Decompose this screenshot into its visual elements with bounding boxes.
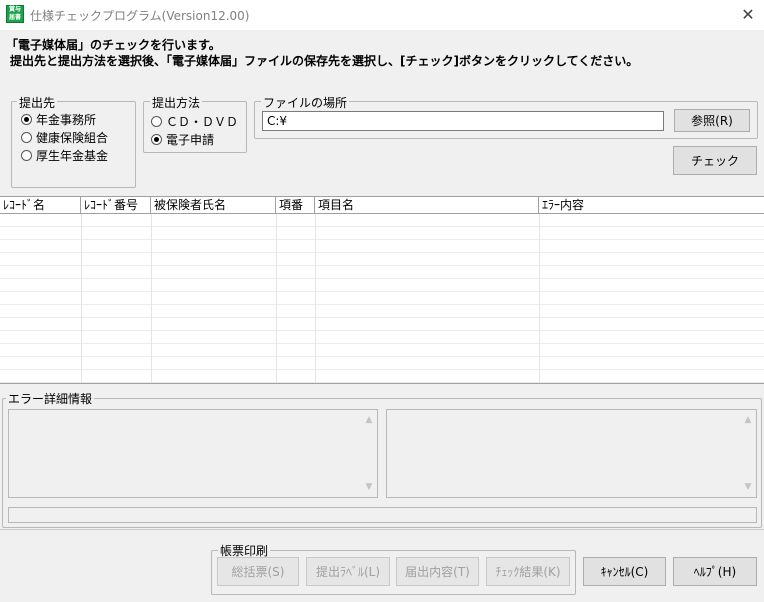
help-button[interactable]: ﾍﾙﾌﾟ(H)	[673, 557, 757, 586]
radio-label: ＣＤ・ＤＶＤ	[166, 115, 239, 129]
submission-label-button[interactable]: 提出ﾗﾍﾞﾙ(L)	[306, 557, 390, 586]
column-header-insured-name[interactable]: 被保険者氏名	[151, 197, 276, 214]
left-memo-scrollbar[interactable]: ▲ ▼	[362, 411, 376, 496]
column-header-item-name[interactable]: 項目名	[315, 197, 539, 214]
scroll-down-icon[interactable]: ▼	[362, 480, 376, 494]
error-status-field	[8, 507, 757, 523]
radio-pension-fund[interactable]: 厚生年金基金	[21, 147, 108, 164]
file-path-input[interactable]: C:¥	[262, 111, 664, 131]
radio-electronic[interactable]: 電子申請	[151, 131, 214, 148]
radio-label: 電子申請	[166, 133, 215, 147]
destination-legend: 提出先	[17, 94, 58, 111]
browse-button[interactable]: 参照(R)	[674, 109, 750, 132]
error-table[interactable]: ﾚｺｰﾄﾞ名 ﾚｺｰﾄﾞ番号 被保険者氏名 項番 項目名 ｴﾗｰ内容	[0, 196, 764, 384]
divider	[0, 529, 764, 530]
window-title: 仕様チェックプログラム(Version12.00)	[30, 9, 250, 23]
error-detail-left-memo[interactable]: ▲ ▼	[8, 409, 378, 498]
column-divider	[81, 214, 82, 383]
radio-indicator[interactable]	[151, 116, 162, 127]
column-divider	[276, 214, 277, 383]
right-memo-scrollbar[interactable]: ▲ ▼	[741, 411, 755, 496]
radio-health-insurance[interactable]: 健康保険組合	[21, 129, 108, 146]
method-legend: 提出方法	[150, 94, 203, 111]
cancel-button[interactable]: ｷｬﾝｾﾙ(C)	[583, 557, 666, 586]
column-header-record-name[interactable]: ﾚｺｰﾄﾞ名	[0, 197, 81, 214]
radio-label: 年金事務所	[36, 113, 97, 127]
column-header-item-number[interactable]: 項番	[276, 197, 315, 214]
app-icon-label: 賞与届書	[8, 6, 21, 21]
scroll-up-icon[interactable]: ▲	[741, 413, 755, 427]
instruction-line-1: 「電子媒体届」のチェックを行います。	[6, 38, 221, 52]
table-header: ﾚｺｰﾄﾞ名 ﾚｺｰﾄﾞ番号 被保険者氏名 項番 項目名 ｴﾗｰ内容	[0, 197, 764, 214]
check-button[interactable]: チェック	[673, 146, 757, 175]
summary-sheet-button[interactable]: 総括票(S)	[217, 557, 299, 586]
column-divider	[315, 214, 316, 383]
radio-label: 健康保険組合	[36, 131, 109, 145]
error-details-legend: エラー詳細情報	[6, 390, 95, 407]
radio-indicator[interactable]	[21, 150, 32, 161]
column-header-record-number[interactable]: ﾚｺｰﾄﾞ番号	[81, 197, 151, 214]
column-divider	[539, 214, 540, 383]
file-location-legend: ファイルの場所	[261, 94, 350, 111]
column-divider	[151, 214, 152, 383]
radio-pension-office[interactable]: 年金事務所	[21, 111, 96, 128]
error-detail-right-memo[interactable]: ▲ ▼	[386, 409, 757, 498]
radio-cd-dvd[interactable]: ＣＤ・ＤＶＤ	[151, 113, 238, 130]
radio-indicator[interactable]	[21, 114, 32, 125]
radio-indicator[interactable]	[151, 134, 162, 145]
column-header-error-content[interactable]: ｴﾗｰ内容	[539, 197, 764, 214]
check-result-button[interactable]: ﾁｪｯｸ結果(K)	[486, 557, 570, 586]
radio-label: 厚生年金基金	[36, 149, 109, 163]
scroll-down-icon[interactable]: ▼	[741, 480, 755, 494]
scroll-up-icon[interactable]: ▲	[362, 413, 376, 427]
instruction-line-2: 提出先と提出方法を選択後、「電子媒体届」ファイルの保存先を選択し、[チェック]ボ…	[10, 54, 639, 68]
table-body	[0, 214, 764, 383]
close-icon[interactable]: ✕	[736, 4, 760, 26]
app-icon: 賞与届書	[6, 5, 24, 23]
report-content-button[interactable]: 届出内容(T)	[396, 557, 479, 586]
radio-indicator[interactable]	[21, 132, 32, 143]
